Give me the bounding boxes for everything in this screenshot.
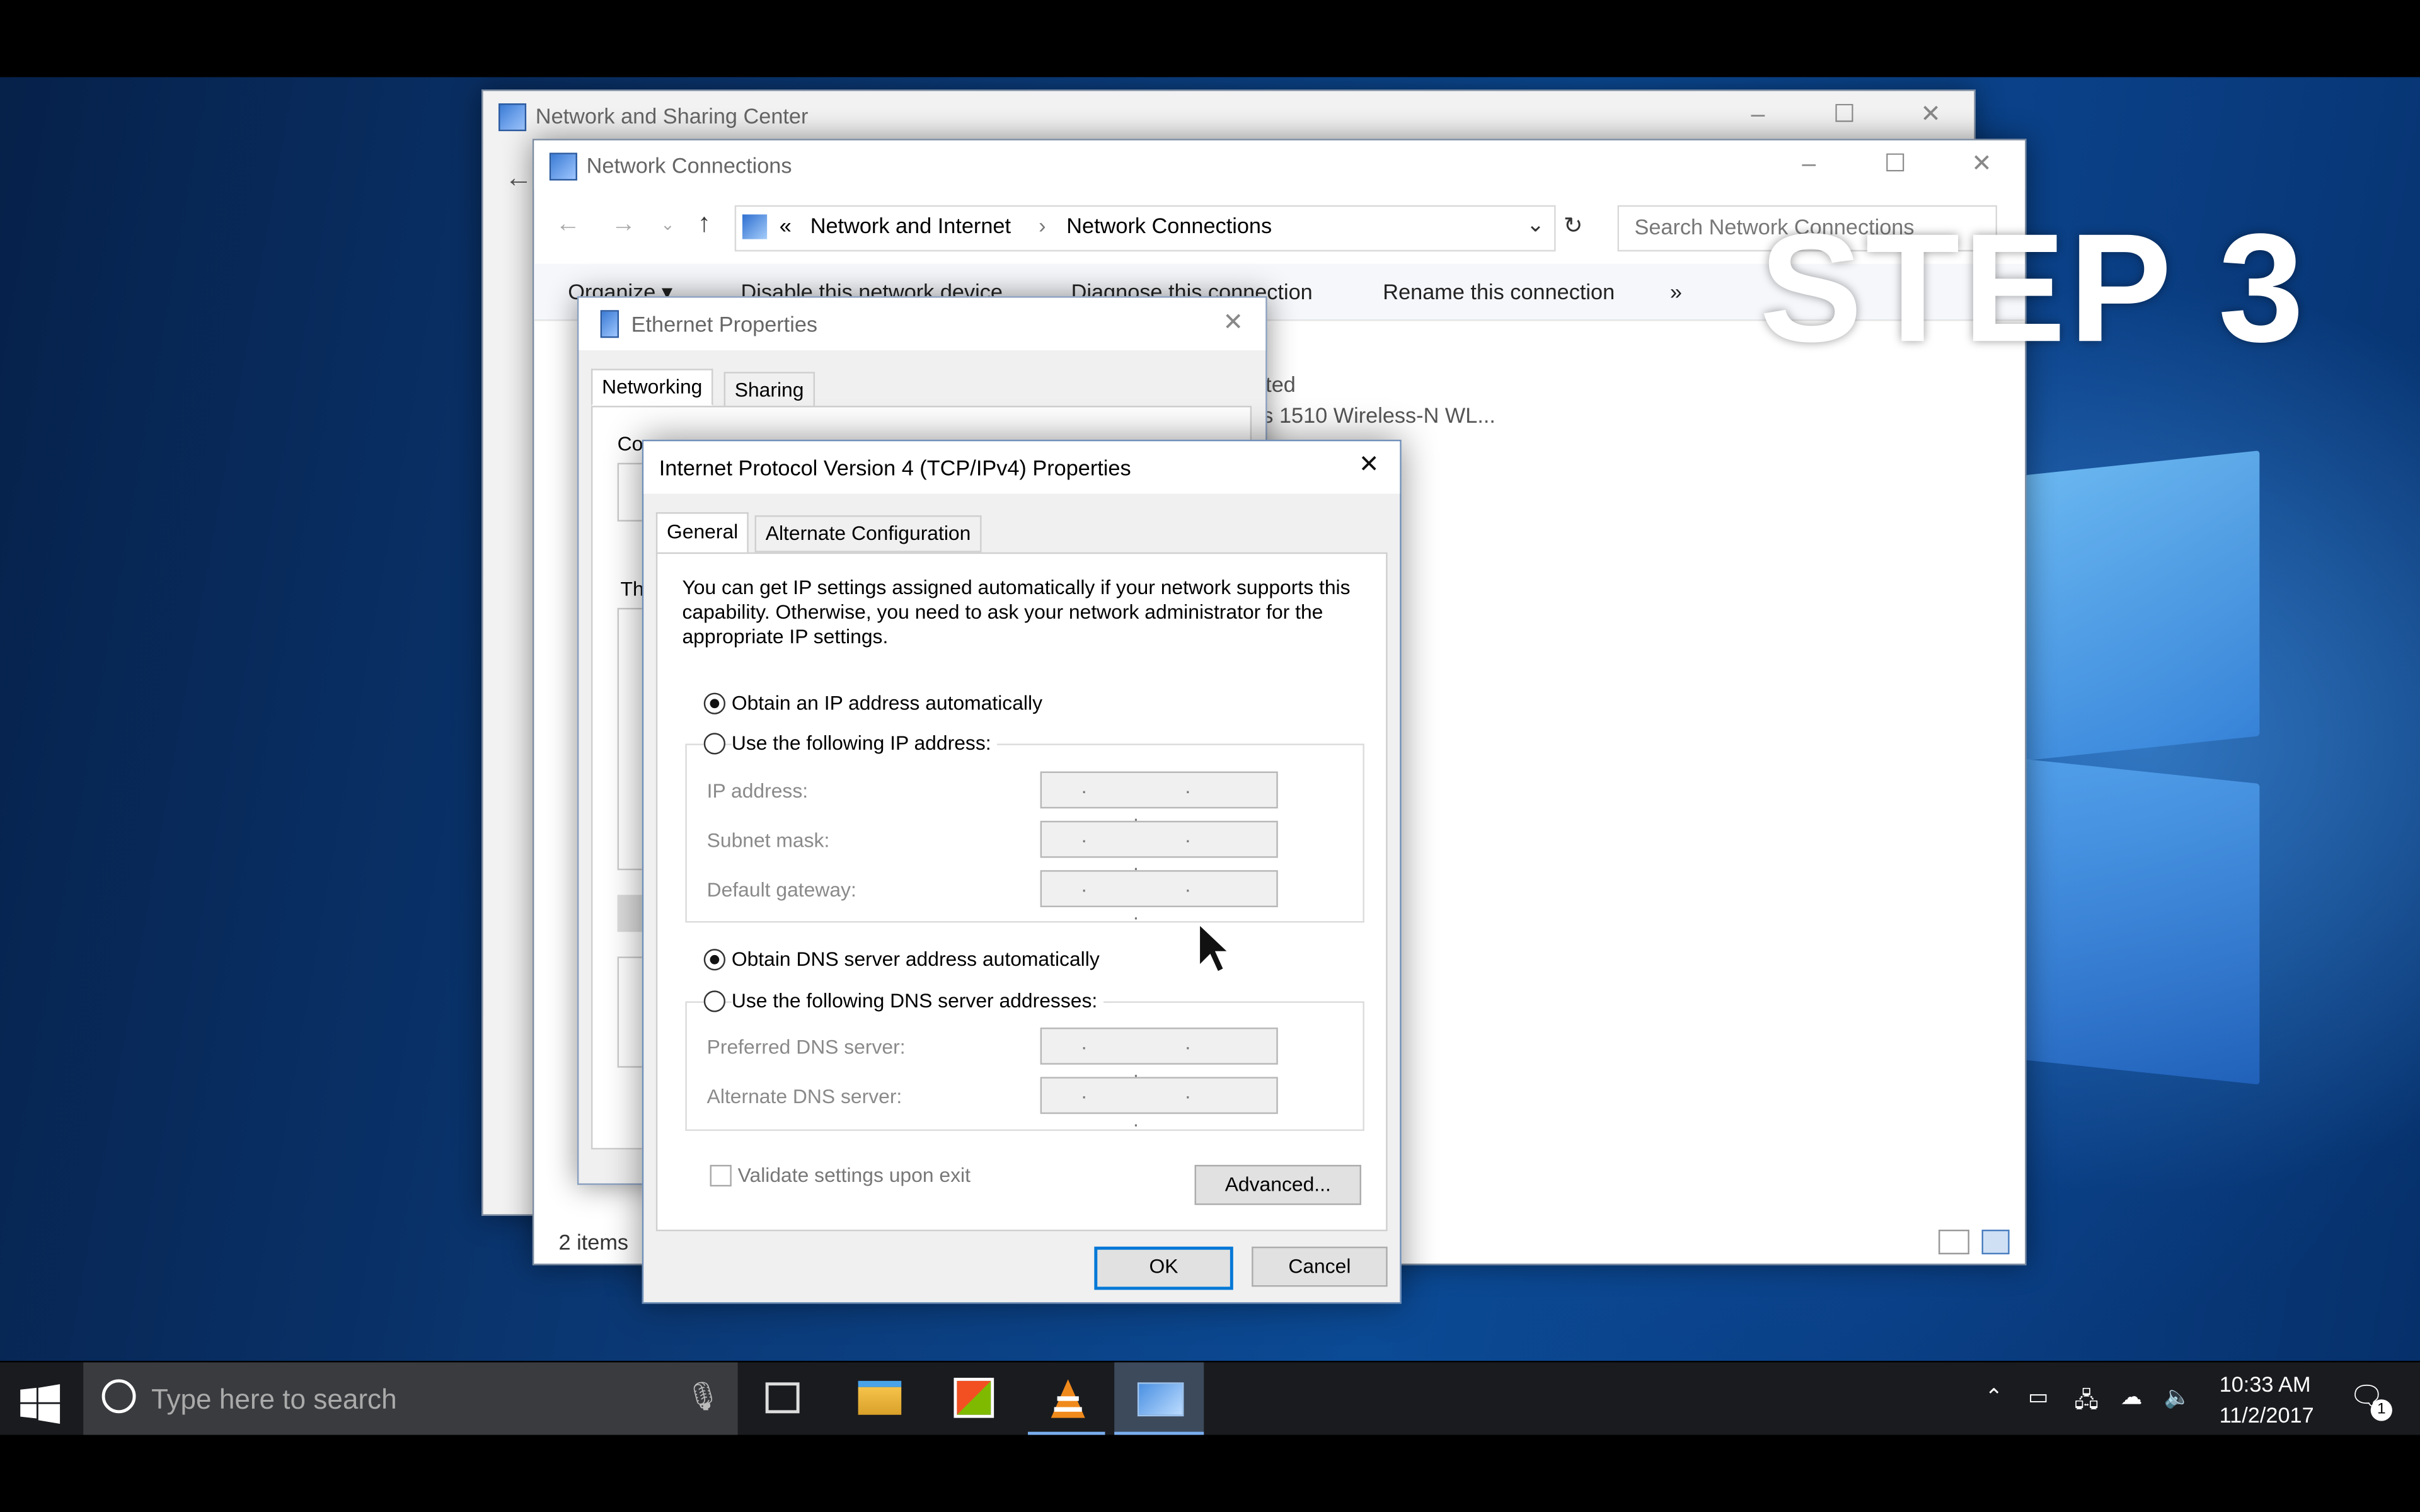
- ip-settings-description: You can get IP settings assigned automat…: [682, 575, 1351, 648]
- large-icons-view-icon[interactable]: [1981, 1229, 2010, 1255]
- advanced-button[interactable]: Advanced...: [1194, 1164, 1362, 1205]
- wireless-adapter-name: s 1510 Wireless-N WL...: [1262, 403, 1495, 428]
- ipv4-titlebar[interactable]: Internet Protocol Version 4 (TCP/IPv4) P…: [643, 441, 1400, 494]
- alternate-dns-label: Alternate DNS server:: [706, 1084, 902, 1108]
- breadcrumb-network-connections[interactable]: Network Connections: [1066, 213, 1272, 238]
- network-center-icon: [498, 103, 527, 132]
- close-icon[interactable]: ✕: [1963, 150, 2000, 181]
- use-static-dns-radio[interactable]: [703, 990, 726, 1012]
- battery-icon[interactable]: ▭: [2028, 1384, 2048, 1411]
- breadcrumb-separator: ›: [1039, 212, 1046, 238]
- minimize-icon[interactable]: –: [1739, 100, 1777, 131]
- default-gateway-field[interactable]: . . .: [1040, 870, 1278, 924]
- microphone-icon[interactable]: 🎙: [685, 1381, 720, 1413]
- control-panel-icon: [1137, 1382, 1184, 1417]
- clock-date: 11/2/2017: [2219, 1402, 2314, 1428]
- obtain-ip-auto-radio[interactable]: [703, 692, 726, 714]
- store-icon[interactable]: [954, 1377, 994, 1418]
- ipv4-properties-dialog[interactable]: Internet Protocol Version 4 (TCP/IPv4) P…: [642, 439, 1402, 1304]
- tab-networking[interactable]: Networking: [591, 369, 713, 406]
- nc-title: Network Connections: [586, 152, 792, 178]
- nsc-titlebar[interactable]: Network and Sharing Center – ☐ ✕: [483, 91, 1974, 140]
- subnet-mask-field[interactable]: . . .: [1040, 820, 1278, 875]
- address-bar[interactable]: « Network and Internet › Network Connect…: [734, 205, 1583, 252]
- control-panel-icon: [742, 214, 768, 239]
- task-view-icon[interactable]: [765, 1382, 800, 1414]
- control-panel-taskbar-button[interactable]: [1114, 1362, 1204, 1437]
- nsc-title: Network and Sharing Center: [535, 103, 809, 129]
- mouse-cursor-icon: [1198, 922, 1229, 973]
- network-connections-icon: [549, 152, 577, 181]
- step-overlay-text: STEP 3: [1759, 202, 2307, 375]
- general-panel: You can get IP settings assigned automat…: [655, 552, 1388, 1232]
- ip-address-field[interactable]: . . .: [1040, 771, 1278, 825]
- letterbox-bottom: [0, 1435, 2420, 1512]
- taskbar-search-placeholder: Type here to search: [151, 1383, 397, 1415]
- ipv4-title: Internet Protocol Version 4 (TCP/IPv4) P…: [659, 455, 1131, 480]
- close-icon[interactable]: ✕: [1351, 450, 1388, 481]
- eth-titlebar[interactable]: Ethernet Properties ✕: [579, 297, 1266, 350]
- default-gateway-label: Default gateway:: [706, 878, 856, 902]
- cancel-button[interactable]: Cancel: [1252, 1246, 1388, 1287]
- ethernet-adapter-icon: [600, 310, 619, 338]
- letterbox-top: [0, 0, 2420, 77]
- taskbar-clock[interactable]: 10:33 AM 11/2/2017: [2220, 1368, 2314, 1430]
- tab-general[interactable]: General: [655, 512, 749, 556]
- breadcrumb-overflow[interactable]: «: [780, 213, 792, 238]
- more-commands-button[interactable]: »: [1670, 279, 1682, 304]
- file-explorer-icon[interactable]: [858, 1380, 902, 1415]
- details-view-icon[interactable]: [1938, 1229, 1969, 1255]
- network-tray-icon[interactable]: 🖧: [2074, 1384, 2098, 1421]
- preferred-dns-label: Preferred DNS server:: [706, 1035, 906, 1059]
- clock-time: 10:33 AM: [2219, 1372, 2311, 1397]
- obtain-ip-auto-label[interactable]: Obtain an IP address automatically: [732, 691, 1042, 714]
- vlc-icon[interactable]: [1046, 1378, 1090, 1421]
- taskbar-search-box[interactable]: Type here to search 🎙: [83, 1362, 738, 1437]
- validate-settings-label[interactable]: Validate settings upon exit: [738, 1164, 971, 1187]
- recent-dropdown-icon[interactable]: ⌄: [660, 214, 675, 234]
- wallpaper-logo-pane: [2025, 450, 2260, 761]
- ip-address-label: IP address:: [706, 779, 809, 803]
- ok-button[interactable]: OK: [1094, 1246, 1233, 1290]
- connection-status: ted: [1265, 372, 1296, 397]
- alternate-dns-field[interactable]: . . .: [1040, 1077, 1278, 1131]
- back-arrow-icon[interactable]: ←: [505, 162, 533, 194]
- obtain-dns-auto-label[interactable]: Obtain DNS server address automatically: [732, 948, 1100, 971]
- nav-up-icon[interactable]: ↑: [698, 209, 711, 239]
- subnet-mask-label: Subnet mask:: [706, 828, 830, 852]
- breadcrumb-network-internet[interactable]: Network and Internet: [810, 213, 1011, 238]
- chevron-up-icon[interactable]: ⌃: [1985, 1384, 2003, 1411]
- preferred-dns-field[interactable]: . . .: [1040, 1028, 1278, 1082]
- maximize-icon[interactable]: ☐: [1826, 100, 1863, 131]
- close-icon[interactable]: ✕: [1912, 100, 1949, 131]
- nav-forward-icon[interactable]: →: [611, 212, 636, 239]
- nav-back-icon[interactable]: ←: [556, 212, 580, 239]
- tab-alternate-configuration[interactable]: Alternate Configuration: [754, 515, 982, 553]
- volume-icon[interactable]: 🔈: [2164, 1384, 2191, 1411]
- connect-using-label: Co: [617, 432, 643, 455]
- cortana-icon[interactable]: [101, 1379, 136, 1414]
- components-label: Th: [620, 576, 644, 600]
- validate-settings-checkbox[interactable]: [710, 1164, 732, 1187]
- use-static-dns-label[interactable]: Use the following DNS server addresses:: [731, 988, 1104, 1012]
- use-static-ip-radio[interactable]: [703, 733, 726, 755]
- windows-start-icon[interactable]: [18, 1382, 62, 1426]
- rename-button[interactable]: Rename this connection: [1383, 279, 1615, 304]
- obtain-dns-auto-radio[interactable]: [703, 949, 726, 971]
- eth-title: Ethernet Properties: [631, 311, 818, 336]
- use-static-ip-label[interactable]: Use the following IP address:: [731, 731, 998, 755]
- onedrive-icon[interactable]: ☁: [2121, 1384, 2142, 1411]
- refresh-icon[interactable]: ↻: [1564, 212, 1583, 239]
- taskbar: Type here to search 🎙 ⌃ ▭ 🖧 ☁ 🔈 10:33 AM…: [0, 1362, 2420, 1437]
- nc-titlebar[interactable]: Network Connections – ☐ ✕: [534, 140, 2025, 190]
- minimize-icon[interactable]: –: [1790, 150, 1828, 181]
- status-bar-count: 2 items: [558, 1229, 629, 1255]
- maximize-icon[interactable]: ☐: [1877, 150, 1914, 181]
- notification-badge: 1: [2370, 1399, 2392, 1421]
- tab-sharing[interactable]: Sharing: [723, 372, 815, 409]
- wallpaper-logo-pane: [2025, 759, 2260, 1085]
- close-icon[interactable]: ✕: [1214, 309, 1252, 340]
- address-dropdown-icon[interactable]: ⌄: [1526, 212, 1545, 238]
